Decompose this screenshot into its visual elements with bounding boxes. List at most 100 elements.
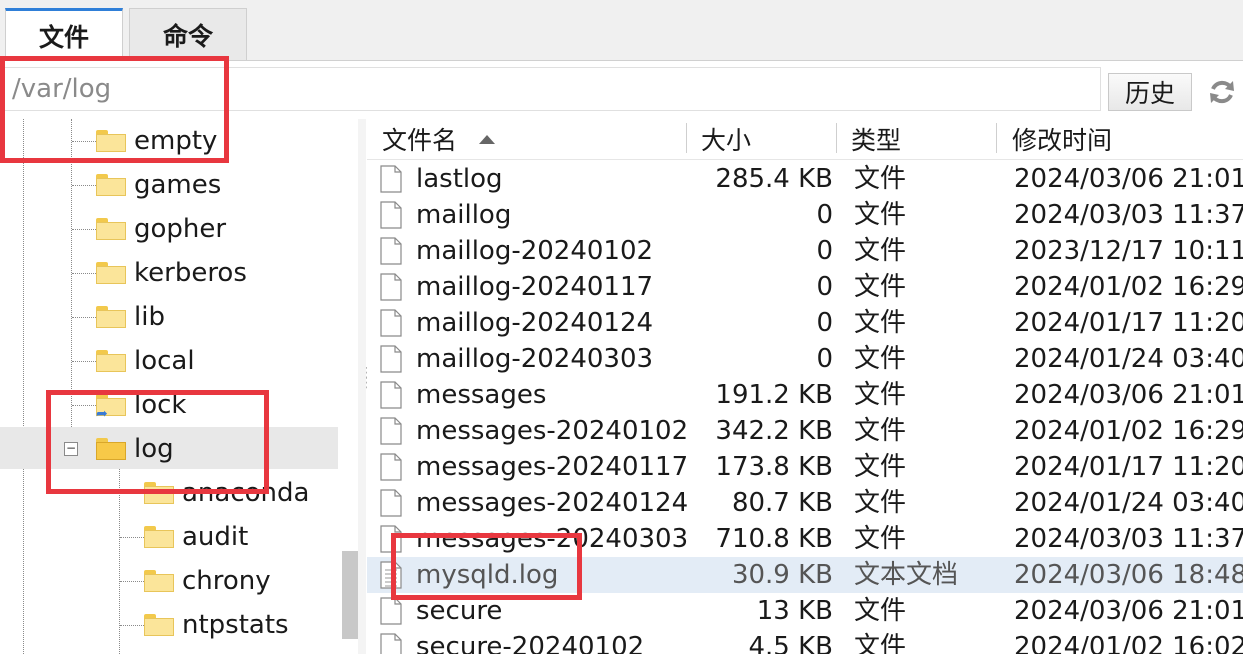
tree-line: [120, 580, 144, 582]
tree-item-label: kerberos: [134, 258, 247, 288]
file-modified: 2024/03/06 18:48: [1014, 560, 1243, 590]
column-label: 文件名: [382, 126, 458, 155]
file-modified: 2024/03/03 11:37: [1014, 524, 1243, 554]
column-divider[interactable]: [686, 123, 687, 153]
file-modified: 2024/01/24 03:40: [1014, 488, 1243, 518]
file-name: mysqld.log: [416, 560, 559, 590]
refresh-icon[interactable]: [1204, 73, 1240, 111]
file-name: secure: [416, 596, 503, 626]
tree-item-ntpstats[interactable]: ntpstats: [120, 603, 289, 647]
sort-ascending-icon: [479, 134, 496, 144]
column-header-type[interactable]: 类型: [851, 119, 901, 159]
file-icon: [380, 309, 402, 337]
file-modified: 2024/01/02 16:29: [1014, 272, 1243, 302]
file-row[interactable]: maillog-20240303 0 文件 2024/01/24 03:40: [367, 341, 1243, 377]
file-row[interactable]: messages-20240117 173.8 KB 文件 2024/01/17 11…: [367, 449, 1243, 485]
file-row[interactable]: lastlog 285.4 KB 文件 2024/03/06 21:01: [367, 161, 1243, 197]
file-row[interactable]: secure 13 KB 文件 2024/03/06 21:01: [367, 593, 1243, 629]
tree-line: [72, 184, 96, 186]
tree-item-log[interactable]: − log: [64, 427, 174, 471]
file-size: 0: [816, 308, 833, 338]
file-modified: 2024/03/06 21:01: [1014, 164, 1243, 194]
tree-scrollbar-thumb[interactable]: [342, 551, 358, 639]
file-modified: 2024/03/03 11:37: [1014, 200, 1243, 230]
directory-tree[interactable]: empty games gopher kerberos lib local ➦ …: [0, 119, 359, 654]
file-row[interactable]: maillog-20240124 0 文件 2024/01/17 11:20: [367, 305, 1243, 341]
tree-item-lock[interactable]: ➦ lock: [72, 383, 186, 427]
file-modified: 2024/01/17 11:20: [1014, 452, 1243, 482]
column-label: 类型: [851, 126, 902, 155]
tree-item-kerberos[interactable]: kerberos: [72, 251, 247, 295]
file-size: 173.8 KB: [715, 452, 833, 482]
file-type: 文件: [854, 164, 907, 194]
file-size: 0: [816, 236, 833, 266]
collapse-icon[interactable]: −: [64, 442, 78, 456]
column-header-name[interactable]: 文件名: [382, 119, 496, 159]
file-type: 文件: [854, 488, 907, 518]
tree-item-gopher[interactable]: gopher: [72, 207, 226, 251]
tree-item-games[interactable]: games: [72, 163, 221, 207]
file-row[interactable]: messages-20240102 342.2 KB 文件 2024/01/02 16…: [367, 413, 1243, 449]
tree-item-label: chrony: [182, 566, 271, 596]
path-input[interactable]: /var/log: [4, 67, 1101, 111]
file-type: 文件: [854, 416, 907, 446]
file-name: messages: [416, 380, 547, 410]
tree-item-label: audit: [182, 522, 249, 552]
tree-item-audit[interactable]: audit: [120, 515, 248, 559]
column-header-size[interactable]: 大小: [701, 119, 751, 159]
file-icon: [380, 201, 402, 229]
tab-files[interactable]: 文件: [5, 8, 123, 61]
folder-open-icon: [96, 438, 126, 460]
column-divider[interactable]: [996, 123, 997, 153]
file-icon: [380, 165, 402, 193]
file-name: secure-20240102: [416, 632, 645, 654]
folder-icon: [144, 614, 174, 636]
column-divider[interactable]: [836, 123, 837, 153]
folder-link-icon: ➦: [96, 394, 126, 422]
tree-item-label: empty: [134, 126, 218, 156]
folder-icon: [96, 306, 126, 328]
file-size: 342.2 KB: [715, 416, 833, 446]
file-name: maillog-20240102: [416, 236, 654, 266]
tree-item-chrony[interactable]: chrony: [120, 559, 271, 603]
file-name: messages-20240303: [416, 524, 689, 554]
tree-line: [120, 624, 144, 626]
history-button[interactable]: 历史: [1108, 73, 1192, 111]
file-size: 13 KB: [756, 596, 833, 626]
file-row[interactable]: messages-20240303 710.8 KB 文件 2024/03/03 11…: [367, 521, 1243, 557]
file-modified: 2023/12/17 10:11: [1014, 236, 1243, 266]
tree-line: [23, 119, 24, 654]
file-icon: [380, 417, 402, 445]
file-name: maillog-20240124: [416, 308, 654, 338]
folder-icon: [96, 130, 126, 152]
file-row[interactable]: maillog-20240102 0 文件 2023/12/17 10:11: [367, 233, 1243, 269]
tree-line: [72, 228, 96, 230]
tree-line: [72, 360, 96, 362]
folder-icon: [144, 526, 174, 548]
file-name: messages-20240124: [416, 488, 689, 518]
file-name: messages-20240117: [416, 452, 689, 482]
file-row[interactable]: mysqld.log 30.9 KB 文本文档 2024/03/06 18:48: [367, 557, 1243, 593]
tree-item-anaconda[interactable]: anaconda: [120, 471, 309, 515]
folder-icon: [144, 570, 174, 592]
file-modified: 2024/03/06 21:01: [1014, 380, 1243, 410]
tree-item-empty[interactable]: empty: [72, 119, 217, 163]
file-list-header: 文件名 大小 类型 修改时间: [367, 119, 1243, 160]
tree-item-local[interactable]: local: [72, 339, 195, 383]
tree-item-lib[interactable]: lib: [72, 295, 165, 339]
file-name: lastlog: [416, 164, 503, 194]
file-row[interactable]: secure-20240102 4.5 KB 文件 2024/01/02 16:02: [367, 629, 1243, 654]
file-size: 4.5 KB: [748, 632, 834, 654]
folder-icon: [96, 350, 126, 372]
shortcut-arrow-icon: ➦: [96, 406, 108, 422]
tab-commands[interactable]: 命令: [129, 8, 247, 60]
file-list[interactable]: 文件名 大小 类型 修改时间 lastlog 285.4 KB 文件 2024/03/…: [367, 119, 1243, 654]
column-header-modified[interactable]: 修改时间: [1012, 119, 1112, 159]
file-row[interactable]: maillog-20240117 0 文件 2024/01/02 16:29: [367, 269, 1243, 305]
folder-icon: [96, 218, 126, 240]
file-row[interactable]: maillog 0 文件 2024/03/03 11:37: [367, 197, 1243, 233]
file-type: 文件: [854, 236, 907, 266]
file-row[interactable]: messages-20240124 80.7 KB 文件 2024/01/24 03:…: [367, 485, 1243, 521]
file-row[interactable]: messages 191.2 KB 文件 2024/03/06 21:01: [367, 377, 1243, 413]
file-icon: [380, 273, 402, 301]
